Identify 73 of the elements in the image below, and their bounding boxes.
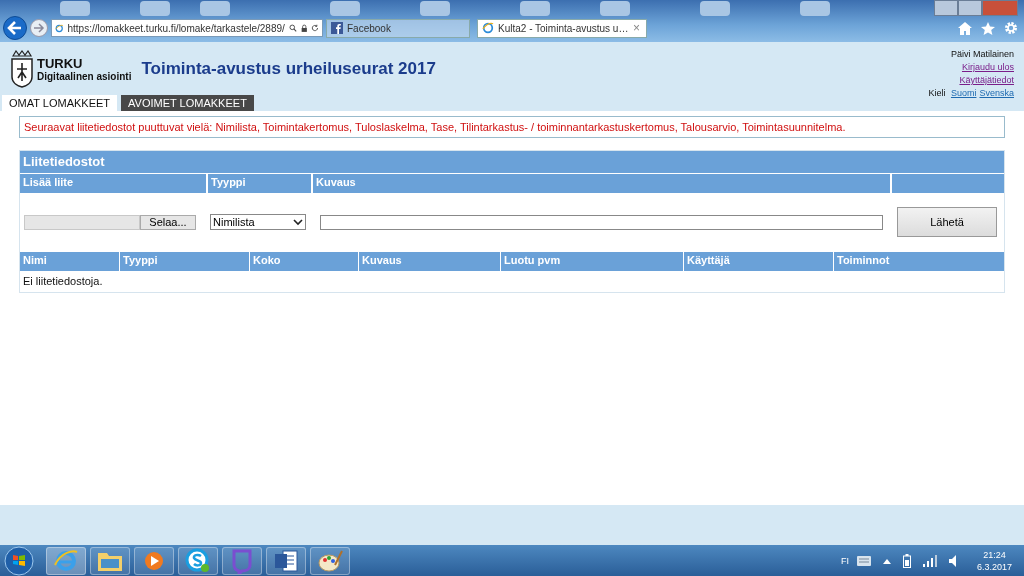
- account-link[interactable]: Käyttäjätiedot: [959, 74, 1014, 87]
- section-title: Liitetiedostot: [20, 151, 1004, 173]
- star-icon[interactable]: [981, 21, 995, 35]
- empty-message: Ei liitetiedostoja.: [22, 274, 104, 289]
- window-controls-icon[interactable]: [934, 0, 1018, 16]
- desktop-icon: [330, 1, 360, 16]
- user-name: Päivi Matilainen: [950, 48, 1014, 61]
- nav-tab[interactable]: AVOIMET LOMAKKEET: [121, 95, 254, 111]
- column-header: Nimi: [20, 252, 119, 271]
- logo-subtitle: Digitaalinen asiointi: [37, 70, 132, 82]
- logo-name: TURKU: [37, 55, 84, 71]
- desktop-icon: [60, 1, 90, 16]
- folder-icon[interactable]: [90, 546, 130, 575]
- chevron-up-icon[interactable]: [882, 557, 891, 564]
- chevron-down-icon: [293, 218, 303, 226]
- send-button[interactable]: Lähetä: [897, 207, 997, 237]
- signal-icon[interactable]: [922, 554, 937, 567]
- back-button[interactable]: [3, 16, 27, 40]
- desktop-icon: [140, 1, 170, 16]
- keyboard-icon[interactable]: [856, 555, 871, 566]
- browser-tab[interactable]: Kulta2 - Toiminta-avustus u… ×: [477, 18, 647, 38]
- account-link[interactable]: Kirjaudu ulos: [961, 61, 1014, 74]
- lock-icon: [300, 22, 308, 34]
- forward-arrow-icon: [33, 22, 45, 34]
- close-tab-button[interactable]: ×: [633, 22, 642, 34]
- speaker-icon[interactable]: [948, 554, 957, 567]
- column-header: Koko: [250, 252, 358, 271]
- input-language[interactable]: FI: [840, 555, 849, 566]
- desktop-icon: [800, 1, 830, 16]
- clock-date[interactable]: 6.3.2017: [976, 560, 1012, 573]
- file-path-field[interactable]: [24, 214, 140, 230]
- language-link[interactable]: Suomi: [950, 88, 977, 98]
- column-header: Tyyppi: [208, 174, 311, 193]
- battery-icon[interactable]: [902, 553, 911, 568]
- document-app-icon[interactable]: [266, 546, 306, 575]
- media-player-icon[interactable]: [134, 546, 174, 575]
- refresh-icon[interactable]: [311, 22, 319, 34]
- desktop-icon: [420, 1, 450, 16]
- settings-icon[interactable]: [1004, 21, 1018, 35]
- desktop-icon: [600, 1, 630, 16]
- column-header: Luotu pvm: [501, 252, 683, 271]
- column-header: Lisää liite: [20, 174, 206, 193]
- browser-tab[interactable]: Facebook: [326, 18, 470, 38]
- taskbar-app-icon[interactable]: [46, 546, 86, 575]
- chat-app-icon[interactable]: [178, 546, 218, 575]
- type-dropdown[interactable]: Nimilista: [210, 214, 306, 230]
- coat-of-arms-icon: [10, 49, 34, 88]
- column-header: Tyyppi: [120, 252, 249, 271]
- column-header: Käyttäjä: [684, 252, 833, 271]
- column-header: Kuvaus: [313, 174, 890, 193]
- home-icon[interactable]: [958, 21, 972, 35]
- missing-files-alert: Seuraavat liitetiedostot puuttuvat vielä: Nimilista, Toimintakertomus, Tuloslaskelma, Tase, Tilintarkastus- / toiminnantarkastuskertomus, Talousarvio, Toimintasuunnitelma.: [19, 116, 1005, 138]
- globe-icon: [482, 22, 494, 34]
- desktop-icon: [200, 1, 230, 16]
- column-header: Kuvaus: [359, 252, 500, 271]
- address-bar[interactable]: https://lomakkeet.turku.fi/lomake/tarkastele/2889/: [51, 19, 323, 37]
- paint-app-icon[interactable]: [310, 546, 350, 575]
- browse-button[interactable]: Selaa...: [140, 214, 196, 230]
- clock-time[interactable]: 21:24: [983, 548, 1006, 561]
- page-title: Toiminta-avustus urheiluseurat 2017: [141, 58, 436, 79]
- search-icon[interactable]: [288, 22, 297, 34]
- nav-tab[interactable]: OMAT LOMAKKEET: [2, 95, 118, 111]
- desktop-icon: [700, 1, 730, 16]
- description-field[interactable]: [320, 214, 883, 230]
- desktop-icon: [520, 1, 550, 16]
- language-link[interactable]: Svenska: [979, 88, 1014, 98]
- url-text: https://lomakkeet.turku.fi/lomake/tarkastele/2889/: [67, 22, 285, 34]
- column-header: Toiminnot: [834, 252, 1004, 271]
- forward-button[interactable]: [30, 19, 48, 37]
- language-label: Kieli: [928, 88, 946, 98]
- facebook-icon: [331, 22, 343, 34]
- start-button[interactable]: [4, 545, 34, 576]
- back-arrow-icon: [6, 19, 24, 37]
